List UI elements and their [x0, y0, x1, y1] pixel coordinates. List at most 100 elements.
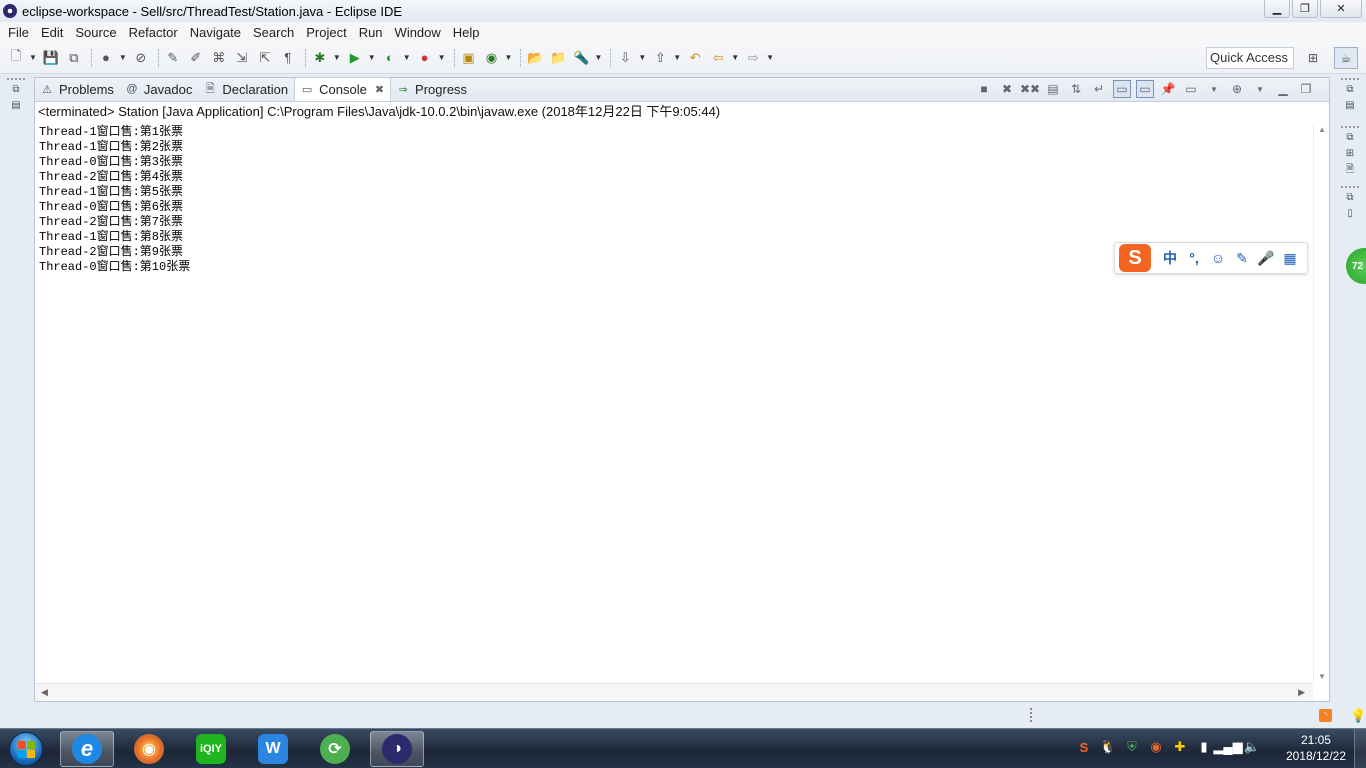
package-explorer-icon[interactable]: ▤ [10, 100, 22, 112]
search-icon[interactable]: 🔦 [571, 48, 591, 68]
menu-search[interactable]: Search [247, 25, 300, 40]
horizontal-scrollbar[interactable]: ◀ ▶ [35, 683, 1313, 701]
start-button[interactable] [4, 730, 48, 768]
scroll-up-icon[interactable]: ▲ [1318, 125, 1326, 134]
show-desktop-button[interactable] [1354, 729, 1366, 768]
prev-edit-icon[interactable]: ⇧ [650, 48, 670, 68]
account-icon[interactable]: ● [96, 48, 116, 68]
restore-icon[interactable]: ⧉ [10, 84, 22, 96]
menu-project[interactable]: Project [300, 25, 352, 40]
new-class-dropdown-icon[interactable]: ▼ [505, 53, 513, 62]
menu-file[interactable]: File [2, 25, 35, 40]
forward-icon[interactable]: ⇨ [743, 48, 763, 68]
browser-tray-icon[interactable]: ◉ [1146, 737, 1166, 757]
sogou-logo-icon[interactable]: S [1119, 244, 1151, 272]
open-task-icon[interactable]: 📁 [548, 48, 568, 68]
scroll-lock-icon[interactable]: ⇅ [1067, 80, 1085, 98]
external-tools-dropdown-icon[interactable]: ▼ [438, 53, 446, 62]
open-console-icon[interactable]: ⊕ [1228, 80, 1246, 98]
qq-icon[interactable]: 🐧 [1098, 737, 1118, 757]
menu-refactor[interactable]: Refactor [123, 25, 184, 40]
open-perspective-icon[interactable]: ⊞ [1308, 51, 1324, 65]
external-tools-icon[interactable]: ● [415, 48, 435, 68]
ime-mode-toggle[interactable]: 中 [1159, 247, 1181, 269]
taskbar-refresh-app[interactable]: ⟳ [308, 731, 362, 767]
pen-icon[interactable]: ✎ [1231, 247, 1253, 269]
scroll-right-icon[interactable]: ▶ [1298, 687, 1305, 698]
restore-icon[interactable]: ⧉ [1344, 192, 1356, 204]
save-icon[interactable]: 💾 [41, 48, 61, 68]
taskbar-browser[interactable]: ◉ [122, 731, 176, 767]
pin-console-icon[interactable]: 📌 [1159, 80, 1177, 98]
skip-breakpoints-icon[interactable]: ⊘ [131, 48, 151, 68]
show-on-stdout-icon[interactable]: ▭ [1113, 80, 1131, 98]
new-class-icon[interactable]: ◉ [482, 48, 502, 68]
volume-icon[interactable]: 🔈 [1242, 737, 1262, 757]
java-perspective-icon[interactable]: ☕ [1334, 47, 1358, 69]
menu-source[interactable]: Source [69, 25, 122, 40]
maximize-button[interactable]: ❐ [1292, 0, 1318, 18]
tab-problems[interactable]: ⚠ Problems [35, 77, 120, 101]
trim-handle[interactable] [1341, 78, 1359, 80]
menu-run[interactable]: Run [353, 25, 389, 40]
quick-access-field[interactable]: Quick Access [1206, 47, 1294, 69]
console-output[interactable]: Thread-1窗口售:第1张票 Thread-1窗口售:第2张票 Thread… [35, 123, 1313, 683]
forward-dropdown-icon[interactable]: ▼ [766, 53, 774, 62]
debug-dropdown-icon[interactable]: ▼ [333, 53, 341, 62]
security-shield-icon[interactable]: ⛨ [1122, 737, 1142, 757]
back-dropdown-icon[interactable]: ▼ [731, 53, 739, 62]
trim-handle[interactable] [1341, 186, 1359, 188]
scroll-down-icon[interactable]: ▼ [1318, 672, 1326, 681]
block-selection-icon[interactable]: ⌘ [209, 48, 229, 68]
taskbar-iqiyi[interactable]: iQIY [184, 731, 238, 767]
prev-edit-dropdown-icon[interactable]: ▼ [673, 53, 681, 62]
minimize-view-icon[interactable]: ▁ [1274, 80, 1292, 98]
sogou-tray-icon[interactable]: S [1074, 737, 1094, 757]
restore-icon[interactable]: ⧉ [1344, 132, 1356, 144]
minimize-button[interactable]: ▁ [1264, 0, 1290, 18]
new-package-icon[interactable]: ▣ [459, 48, 479, 68]
highlight-icon[interactable]: ✐ [186, 48, 206, 68]
debug-icon[interactable]: ✱ [310, 48, 330, 68]
trim-handle[interactable] [1341, 126, 1359, 128]
taskbar-ie[interactable]: e [60, 731, 114, 767]
maximize-view-icon[interactable]: ❐ [1297, 80, 1315, 98]
display-console-dropdown-icon[interactable]: ▼ [1205, 80, 1223, 98]
menu-edit[interactable]: Edit [35, 25, 69, 40]
next-edit-icon[interactable]: ⇩ [615, 48, 635, 68]
tip-bulb-icon[interactable]: 💡 [1350, 708, 1366, 724]
open-type-icon[interactable]: 📂 [525, 48, 545, 68]
tab-console[interactable]: ▭ Console ✖ [294, 77, 392, 101]
trim-handle[interactable] [7, 78, 25, 80]
coverage-dropdown-icon[interactable]: ▼ [403, 53, 411, 62]
menu-help[interactable]: Help [447, 25, 486, 40]
network-signal-icon[interactable]: ▂▄▆ [1213, 737, 1242, 757]
coverage-icon[interactable]: ◐ [380, 48, 400, 68]
feed-icon[interactable]: ◝ [1319, 709, 1332, 722]
usb-device-icon[interactable]: ▮ [1194, 737, 1214, 757]
emoji-icon[interactable]: ☺ [1207, 247, 1229, 269]
display-console-icon[interactable]: ▭ [1182, 80, 1200, 98]
new-icon[interactable]: 🗋 [6, 48, 26, 68]
punctuation-icon[interactable]: °, [1183, 247, 1205, 269]
accelerator-icon[interactable]: ✚ [1170, 737, 1190, 757]
last-edit-location-icon[interactable]: ↶ [685, 48, 705, 68]
restore-icon[interactable]: ⧉ [1344, 84, 1356, 96]
show-whitespace-icon[interactable]: ¶ [278, 48, 298, 68]
remove-all-icon[interactable]: ✖✖ [1020, 80, 1040, 98]
open-console-dropdown-icon[interactable]: ▼ [1251, 80, 1269, 98]
mark-occurrences-icon[interactable]: ✎ [163, 48, 183, 68]
microphone-icon[interactable]: 🎤 [1255, 247, 1277, 269]
run-dropdown-icon[interactable]: ▼ [368, 53, 376, 62]
account-dropdown-icon[interactable]: ▼ [119, 53, 127, 62]
speed-badge[interactable]: 72 [1346, 248, 1366, 284]
view-icon[interactable]: ▯ [1344, 208, 1356, 220]
tab-javadoc[interactable]: @ Javadoc [120, 77, 198, 101]
back-icon[interactable]: ⇦ [708, 48, 728, 68]
vertical-scrollbar[interactable]: ▲ ▼ [1313, 123, 1329, 683]
search-dropdown-icon[interactable]: ▼ [594, 53, 602, 62]
close-tab-icon[interactable]: ✖ [375, 83, 384, 96]
clock[interactable]: 21:05 2018/12/22 [1286, 732, 1346, 764]
toolbox-icon[interactable]: ▦ [1279, 247, 1301, 269]
remove-launch-icon[interactable]: ✖ [998, 80, 1016, 98]
